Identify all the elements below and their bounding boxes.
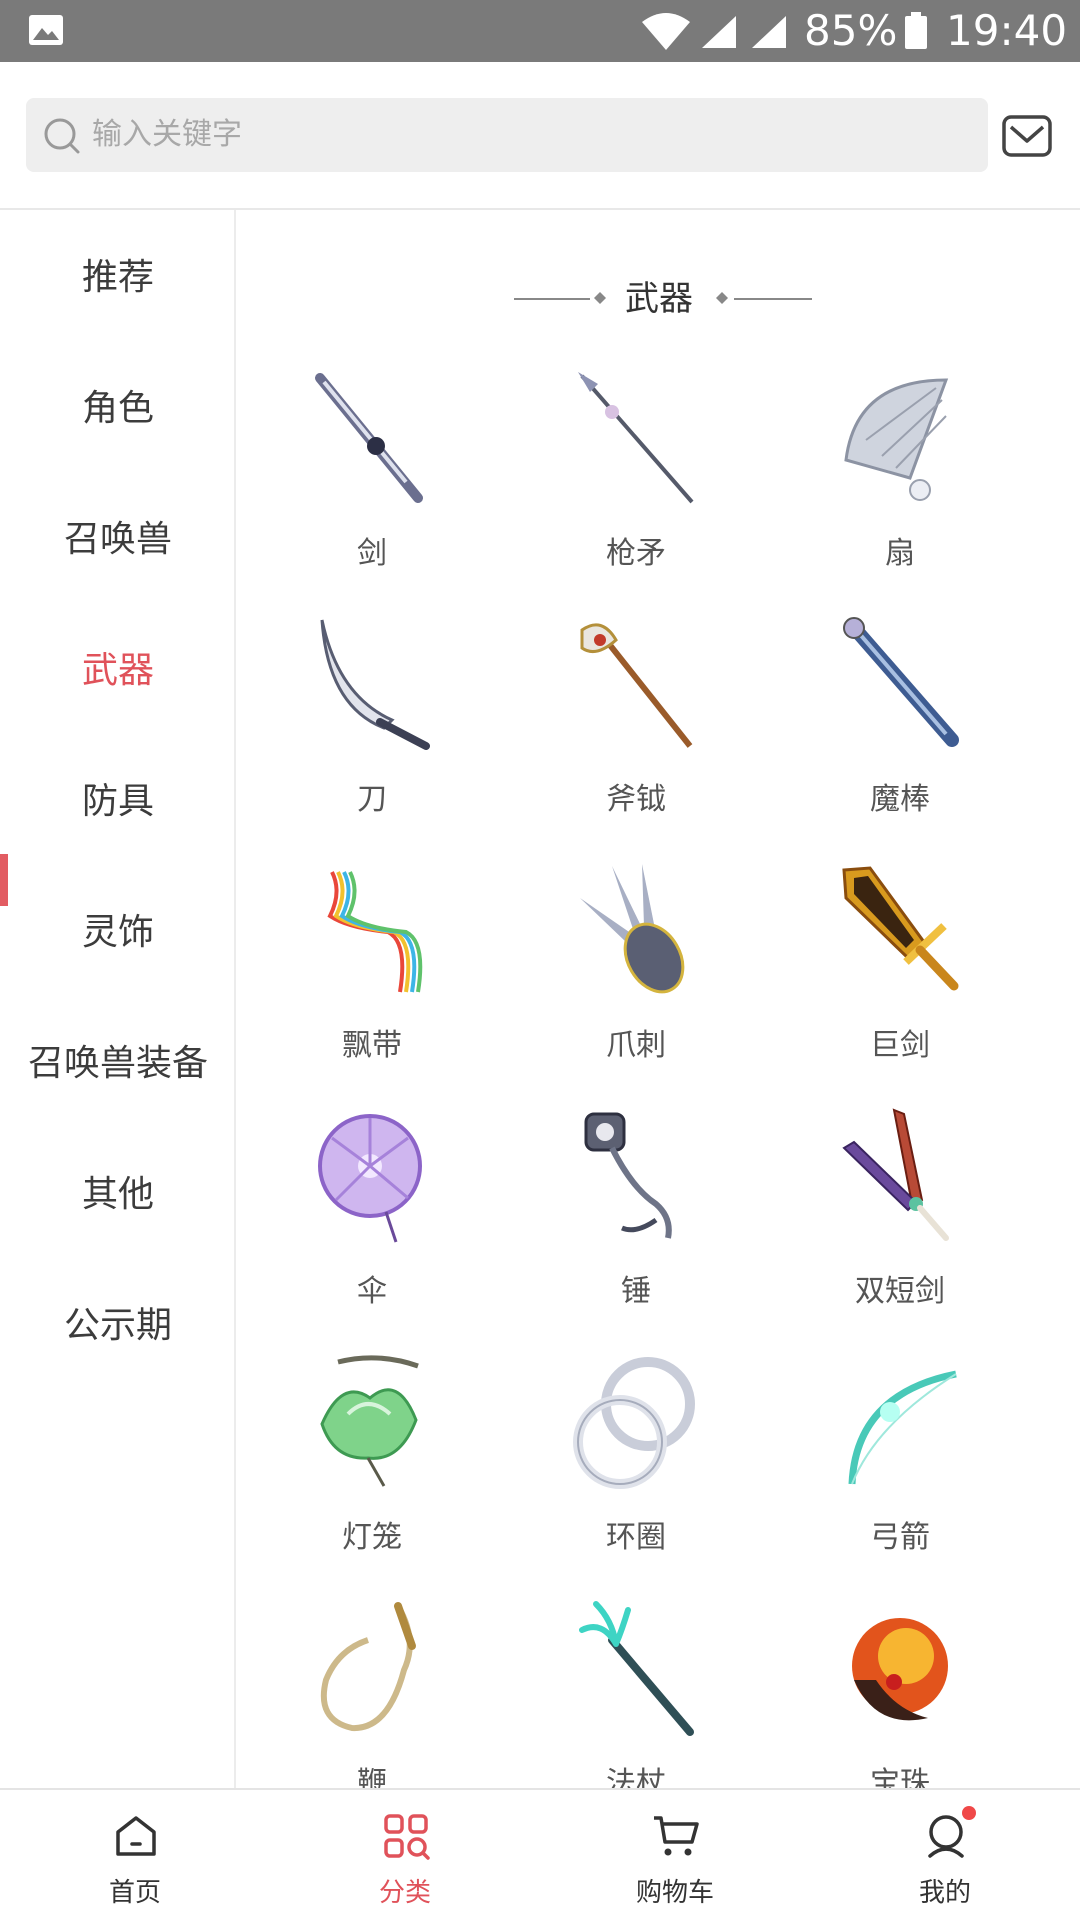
search-icon	[44, 118, 80, 154]
item-label: 扇	[885, 536, 915, 571]
title-divider-right	[734, 298, 812, 300]
weapon-item-fan[interactable]: 扇	[770, 370, 1030, 610]
gallery-icon	[29, 15, 63, 45]
item-label: 剑	[357, 536, 387, 571]
item-label: 刀	[357, 782, 387, 817]
weapon-item-greatsword[interactable]: 巨剑	[770, 862, 1030, 1102]
item-label: 枪矛	[606, 536, 666, 571]
sword-icon	[315, 373, 423, 503]
weapon-item-lantern[interactable]: 灯笼	[242, 1354, 502, 1594]
axe-icon	[580, 623, 693, 748]
sidebar-item-public-period[interactable]: 公示期	[0, 1276, 236, 1376]
item-label: 鞭	[357, 1766, 387, 1788]
umbrella-icon	[318, 1114, 422, 1243]
section-title: 武器	[625, 279, 693, 319]
nav-profile[interactable]: 我的	[810, 1790, 1080, 1922]
sidebar-item-recommend[interactable]: 推荐	[0, 228, 236, 328]
weapon-item-whip[interactable]: 鞭	[242, 1600, 502, 1788]
spear-icon	[578, 372, 694, 504]
category-sidebar: 推荐 角色 召唤兽 武器 防具 灵饰 召唤兽装备 其他 公示期	[0, 210, 236, 1788]
hammer-icon	[584, 1112, 672, 1239]
item-label: 巨剑	[870, 1028, 930, 1063]
weapon-item-claw[interactable]: 爪刺	[506, 862, 766, 1102]
nav-home[interactable]: 首页	[0, 1790, 270, 1922]
battery-percent: 85%	[804, 6, 898, 55]
signal-icon-2	[752, 16, 786, 48]
greatsword-icon	[842, 866, 959, 991]
weapon-item-blade[interactable]: 刀	[242, 616, 502, 856]
clock: 19:40	[946, 6, 1068, 55]
item-label: 双短剑	[855, 1274, 945, 1309]
nav-category-label: 分类	[378, 1878, 431, 1908]
item-label: 魔棒	[870, 782, 930, 817]
rings-icon	[573, 1357, 695, 1489]
whip-icon	[320, 1602, 416, 1732]
item-label: 锤	[621, 1274, 651, 1309]
search-input[interactable]: 输入关键字	[26, 98, 988, 172]
category-content: 武器 剑 枪矛 扇 刀 斧钺 魔棒 飘带 爪刺 巨剑 伞 锤 双短剑 灯笼 环圈…	[238, 210, 1080, 1788]
dual-daggers-icon	[842, 1108, 949, 1241]
cart-icon	[654, 1816, 699, 1856]
profile-icon	[928, 1815, 964, 1858]
wand-icon	[843, 617, 959, 747]
mail-icon[interactable]	[1002, 114, 1052, 158]
home-icon	[116, 1816, 156, 1856]
claw-icon	[580, 864, 685, 994]
sidebar-item-summon[interactable]: 召唤兽	[0, 490, 236, 590]
nav-category[interactable]: 分类	[270, 1790, 540, 1922]
item-label: 伞	[357, 1274, 387, 1309]
fan-icon	[844, 378, 949, 501]
weapon-item-dual-daggers[interactable]: 双短剑	[770, 1108, 1030, 1348]
weapon-item-axe[interactable]: 斧钺	[506, 616, 766, 856]
weapon-item-rings[interactable]: 环圈	[506, 1354, 766, 1594]
signal-icon	[702, 16, 736, 48]
item-label: 宝珠	[870, 1766, 930, 1788]
weapon-item-umbrella[interactable]: 伞	[242, 1108, 502, 1348]
notification-dot	[962, 1806, 976, 1820]
search-placeholder: 输入关键字	[92, 117, 242, 152]
weapon-item-bow[interactable]: 弓箭	[770, 1354, 1030, 1594]
blade-icon	[320, 619, 430, 750]
nav-cart[interactable]: 购物车	[540, 1790, 810, 1922]
bow-icon	[848, 1370, 957, 1485]
item-label: 法杖	[606, 1766, 666, 1788]
bottom-nav: 首页 分类 购物车 我的	[0, 1788, 1080, 1920]
sidebar-item-accessory[interactable]: 灵饰	[0, 883, 236, 983]
ribbon-icon	[327, 871, 423, 993]
sidebar-item-weapon[interactable]: 武器	[0, 621, 236, 721]
battery-icon	[905, 12, 927, 49]
item-label: 灯笼	[342, 1520, 402, 1555]
item-label: 斧钺	[606, 782, 666, 817]
status-bar: 85% 19:40	[0, 0, 1080, 62]
staff-icon	[579, 1601, 694, 1736]
item-label: 飘带	[342, 1028, 402, 1063]
weapon-item-staff[interactable]: 法杖	[506, 1600, 766, 1788]
sidebar-item-other[interactable]: 其他	[0, 1145, 236, 1245]
category-icon	[384, 1814, 430, 1860]
item-label: 爪刺	[606, 1028, 666, 1063]
weapon-item-sword[interactable]: 剑	[242, 370, 502, 610]
nav-cart-label: 购物车	[635, 1878, 714, 1908]
lantern-icon	[320, 1355, 419, 1487]
nav-home-label: 首页	[108, 1878, 161, 1908]
search-header: 输入关键字	[0, 62, 1080, 210]
sidebar-item-summon-equipment[interactable]: 召唤兽装备	[0, 1014, 236, 1114]
orb-icon	[852, 1618, 948, 1721]
nav-profile-label: 我的	[918, 1878, 971, 1908]
wifi-icon	[642, 13, 690, 50]
weapon-item-orb[interactable]: 宝珠	[770, 1600, 1030, 1788]
sidebar-item-character[interactable]: 角色	[0, 359, 236, 459]
weapon-item-wand[interactable]: 魔棒	[770, 616, 1030, 856]
weapon-item-spear[interactable]: 枪矛	[506, 370, 766, 610]
item-label: 环圈	[606, 1520, 666, 1555]
weapon-item-ribbon[interactable]: 飘带	[242, 862, 502, 1102]
item-label: 弓箭	[870, 1520, 930, 1555]
sidebar-item-armor[interactable]: 防具	[0, 752, 236, 852]
weapon-item-hammer[interactable]: 锤	[506, 1108, 766, 1348]
diamond-ornament-icon	[716, 292, 728, 304]
